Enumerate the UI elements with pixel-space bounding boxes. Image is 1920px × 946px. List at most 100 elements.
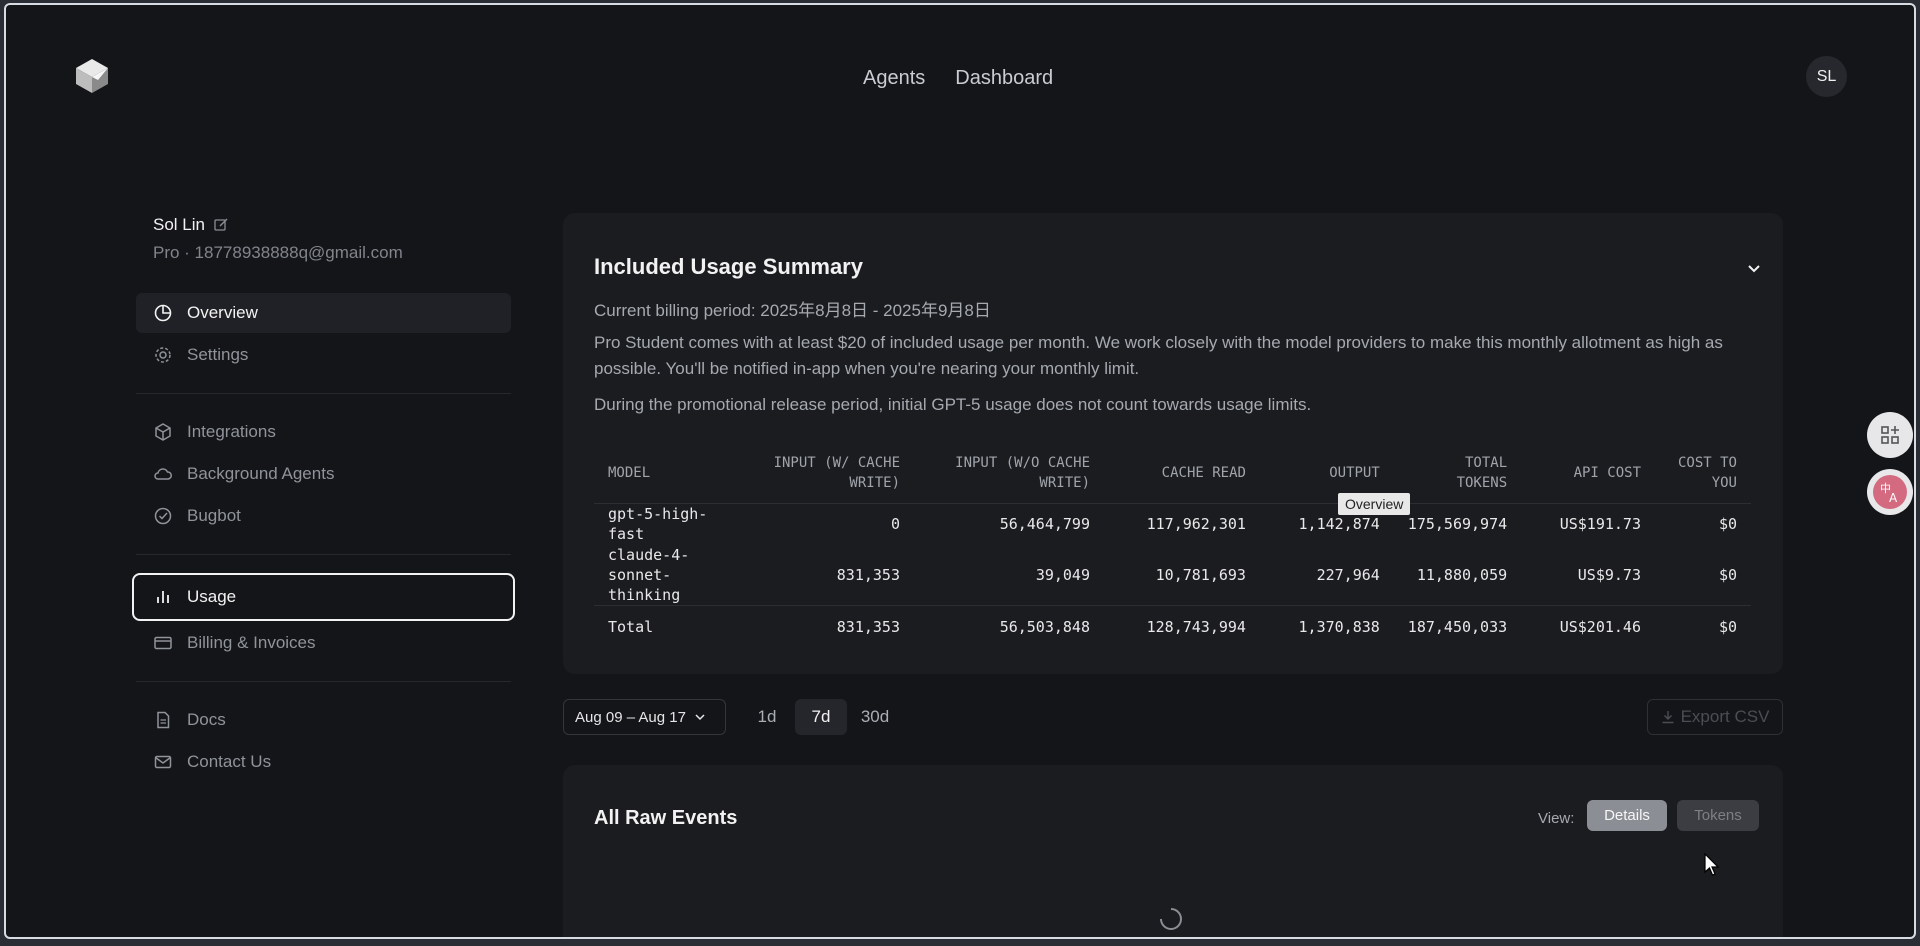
cell-model: Total <box>594 605 744 648</box>
billing-period: Current billing period: 2025年8月8日 - 2025… <box>594 301 991 320</box>
top-nav: Agents Dashboard <box>863 67 1053 90</box>
chevron-down-icon <box>695 714 705 721</box>
sidebar-item-integrations[interactable]: Integrations <box>136 412 511 452</box>
download-icon <box>1662 711 1674 724</box>
sidebar-item-label: Background Agents <box>187 464 335 483</box>
cell-input-cw: 831,353 <box>836 566 900 584</box>
cube-icon <box>155 423 171 441</box>
check-circle-icon <box>154 507 172 525</box>
sidebar-item-settings[interactable]: Settings <box>136 335 511 375</box>
top-bar: Agents Dashboard SL <box>6 5 1914 145</box>
usage-table: MODEL INPUT (W/ CACHE WRITE) INPUT (W/O … <box>594 445 1751 648</box>
range-30d-button[interactable]: 30d <box>851 699 899 735</box>
view-label: View: <box>1538 810 1575 827</box>
raw-events-card: All Raw Events View: Details Tokens <box>563 765 1783 937</box>
cell-model: gpt-5-high-fast <box>608 505 708 544</box>
col-cache-read: CACHE READ <box>1104 445 1260 504</box>
summary-description: Pro Student comes with at least $20 of i… <box>594 333 1723 378</box>
sidebar-item-label: Settings <box>187 345 249 364</box>
col-input-cache-write: INPUT (W/ CACHE WRITE) <box>744 445 914 504</box>
export-csv-button[interactable]: Export CSV <box>1647 699 1783 735</box>
cloud-icon <box>154 468 172 480</box>
logo-cube-icon[interactable] <box>74 57 110 95</box>
apps-icon <box>1881 426 1899 444</box>
export-label: Export CSV <box>1680 707 1770 726</box>
cell-cache-read: 10,781,693 <box>1155 566 1246 584</box>
col-input-no-cache: INPUT (W/O CACHE WRITE) <box>914 445 1104 504</box>
sidebar-item-label: Docs <box>187 710 226 729</box>
document-icon <box>157 711 170 729</box>
cell-total: 187,450,033 <box>1393 605 1522 648</box>
pie-chart-icon <box>154 304 172 322</box>
cell-cost-you: $0 <box>1718 515 1737 534</box>
sidebar-item-usage[interactable]: Usage <box>132 573 515 621</box>
cell-total: 11,880,059 <box>1416 566 1508 584</box>
cell-model: claude-4-sonnet-thinking <box>608 546 690 604</box>
divider <box>136 681 511 682</box>
user-name: Sol Lin <box>153 215 205 234</box>
sidebar-item-bugbot[interactable]: Bugbot <box>136 496 511 536</box>
col-cost-to-you: COST TO YOU <box>1655 445 1751 504</box>
cell-api-cost: US$9.73 <box>1577 566 1641 584</box>
range-7d-button[interactable]: 7d <box>795 699 847 735</box>
cursor-icon <box>1704 853 1720 876</box>
cell-input-cw: 0 <box>890 515 900 534</box>
table-header-row: MODEL INPUT (W/ CACHE WRITE) INPUT (W/O … <box>594 445 1751 504</box>
divider <box>136 393 511 394</box>
sidebar-item-background-agents[interactable]: Background Agents <box>136 454 511 494</box>
credit-card-icon <box>154 636 172 650</box>
sidebar-item-contact[interactable]: Contact Us <box>136 742 511 782</box>
sidebar-item-label: Usage <box>187 587 237 606</box>
user-name-row: Sol Lin <box>136 215 511 235</box>
sidebar-item-overview[interactable]: Overview <box>136 293 511 333</box>
translate-icon: 中A <box>1873 475 1907 509</box>
usage-summary-card: Included Usage Summary Current billing p… <box>563 213 1783 674</box>
date-range-select[interactable]: Aug 09 – Aug 17 <box>563 699 726 735</box>
sidebar: Sol Lin Pro · 18778938888q@gmail.com Ove… <box>132 215 515 782</box>
nav-agents-link[interactable]: Agents <box>863 67 925 90</box>
view-details-button[interactable]: Details <box>1587 800 1667 831</box>
cell-total: 175,569,974 <box>1407 515 1508 534</box>
sidebar-item-label: Billing & Invoices <box>187 633 316 652</box>
nav-dashboard-link[interactable]: Dashboard <box>955 67 1053 90</box>
chevron-down-icon[interactable] <box>1746 260 1762 276</box>
col-model: MODEL <box>594 445 744 504</box>
promo-note: During the promotional release period, i… <box>594 395 1312 414</box>
col-total-tokens: TOTAL TOKENS <box>1393 445 1522 504</box>
divider <box>136 554 511 555</box>
cell-input-ncw: 56,503,848 <box>914 605 1104 648</box>
sidebar-item-label: Bugbot <box>187 506 241 525</box>
cell-output: 227,964 <box>1316 566 1380 584</box>
view-tokens-button[interactable]: Tokens <box>1677 800 1759 831</box>
sidebar-item-billing[interactable]: Billing & Invoices <box>136 623 511 663</box>
gear-icon <box>155 347 171 363</box>
mail-icon <box>154 755 172 769</box>
sidebar-item-label: Overview <box>187 303 258 322</box>
user-plan-email: Pro · 18778938888q@gmail.com <box>153 243 403 262</box>
range-1d-button[interactable]: 1d <box>747 699 787 735</box>
cell-cache-read: 117,962,301 <box>1146 515 1246 534</box>
cell-api-cost: US$201.46 <box>1521 605 1655 648</box>
cell-cache-read: 128,743,994 <box>1104 605 1260 648</box>
sidebar-item-label: Integrations <box>187 422 276 441</box>
cell-input-ncw: 39,049 <box>1035 566 1090 584</box>
avatar[interactable]: SL <box>1806 56 1847 97</box>
sidebar-item-label: Contact Us <box>187 752 272 771</box>
cell-cost-you: $0 <box>1718 566 1737 584</box>
date-range-value: Aug 09 – Aug 17 <box>575 708 686 726</box>
cell-input-cw: 831,353 <box>744 605 914 648</box>
app-window: Agents Dashboard SL Sol Lin Pro · 187789… <box>6 5 1914 937</box>
sidebar-item-docs[interactable]: Docs <box>136 700 511 740</box>
cell-input-ncw: 56,464,799 <box>999 515 1090 534</box>
spinner-icon <box>1160 908 1182 930</box>
apps-float-button[interactable] <box>1867 412 1913 458</box>
table-row: gpt-5-high-fast 0 56,464,799 117,962,301… <box>594 503 1751 545</box>
edit-icon[interactable] <box>213 217 229 233</box>
tooltip: Overview <box>1338 493 1411 515</box>
summary-title: Included Usage Summary <box>594 254 863 279</box>
cell-cost-you: $0 <box>1655 605 1751 648</box>
raw-events-title: All Raw Events <box>594 807 738 829</box>
col-api-cost: API COST <box>1521 445 1655 504</box>
cell-output: 1,370,838 <box>1259 605 1394 648</box>
translate-float-button[interactable]: 中A <box>1867 469 1913 515</box>
